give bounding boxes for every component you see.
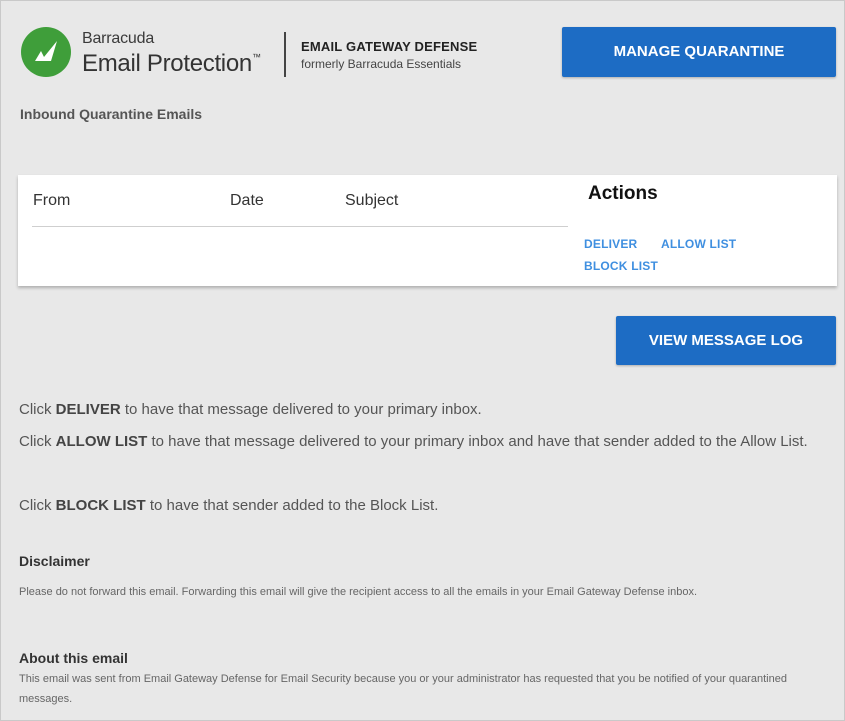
disclaimer-text: Please do not forward this email. Forwar… bbox=[19, 586, 698, 598]
manage-quarantine-button[interactable]: MANAGE QUARANTINE bbox=[562, 27, 836, 77]
barracuda-logo-icon bbox=[21, 27, 71, 77]
allow-list-link[interactable]: ALLOW LIST bbox=[661, 237, 736, 251]
about-text: This email was sent from Email Gateway D… bbox=[19, 673, 787, 705]
instruction-block-list: Click BLOCK LIST to have that sender add… bbox=[19, 497, 439, 514]
brand-name-small: Barracuda bbox=[82, 30, 155, 47]
column-header-date: Date bbox=[230, 192, 264, 209]
quarantine-table: From Date Subject Actions DELIVER ALLOW … bbox=[18, 175, 837, 286]
instruction-allow-list: Click ALLOW LIST to have that message de… bbox=[19, 433, 808, 450]
trademark-symbol: ™ bbox=[251, 52, 261, 62]
instruction-deliver: Click DELIVER to have that message deliv… bbox=[19, 401, 482, 418]
block-list-link[interactable]: BLOCK LIST bbox=[584, 259, 658, 273]
view-message-log-button[interactable]: VIEW MESSAGE LOG bbox=[616, 316, 836, 365]
header-divider bbox=[284, 32, 286, 77]
about-title: About this email bbox=[19, 650, 128, 666]
column-header-actions: Actions bbox=[588, 183, 658, 204]
product-name: EMAIL GATEWAY DEFENSE bbox=[301, 39, 478, 54]
column-header-subject: Subject bbox=[345, 192, 399, 209]
brand-name-big: Email Protection™ bbox=[82, 50, 261, 77]
section-title: Inbound Quarantine Emails bbox=[20, 106, 203, 122]
deliver-link[interactable]: DELIVER bbox=[584, 237, 637, 251]
email-frame: Barracuda Email Protection™ EMAIL GATEWA… bbox=[0, 0, 845, 721]
column-header-from: From bbox=[33, 192, 71, 209]
product-subtitle: formerly Barracuda Essentials bbox=[301, 57, 462, 71]
table-divider bbox=[32, 226, 568, 227]
disclaimer-title: Disclaimer bbox=[19, 553, 90, 569]
